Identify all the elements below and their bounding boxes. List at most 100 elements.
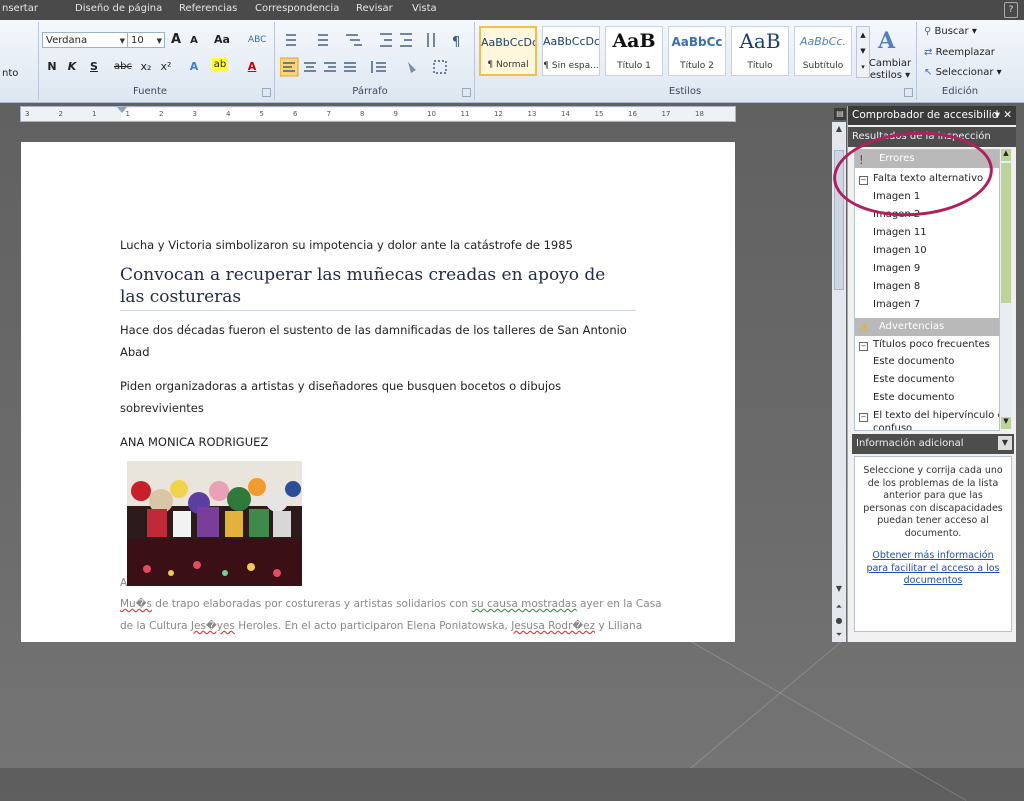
result-item-image[interactable]: Imagen 9 — [873, 263, 920, 274]
tab-correspondencia[interactable]: Correspondencia — [255, 3, 339, 14]
select-button[interactable]: ↖ Seleccionar ▾ — [924, 67, 1002, 78]
more-info-link[interactable]: Obtener más información para facilitar e… — [861, 550, 1005, 588]
ruler-tick-label: 7 — [326, 110, 331, 118]
chevron-down-icon: ▼ — [156, 37, 162, 45]
horizontal-ruler[interactable]: 3 2 1 1 2 3 4 5 6 7 8 9 10 11 12 13 14 15 16 17 18 — [20, 106, 736, 122]
numbering-icon — [318, 34, 328, 46]
text-effects-button[interactable]: A — [186, 58, 202, 76]
scrollbar-thumb[interactable] — [1001, 163, 1011, 303]
article-photo-dolls[interactable] — [127, 461, 302, 586]
results-scrollbar[interactable]: ▲ ▼ — [1000, 149, 1012, 429]
align-right-icon — [324, 62, 336, 72]
scroll-down-icon[interactable]: ▼ — [1001, 417, 1011, 429]
document-scrollbar[interactable]: ▲ ▼ ⏶ ● ⏷ — [832, 122, 846, 642]
edit-group-label: Edición — [941, 86, 979, 97]
group-separator — [38, 22, 39, 100]
scroll-up-icon[interactable]: ▲ — [832, 122, 846, 136]
ruler-toggle-icon[interactable]: ▤ — [834, 108, 846, 120]
paragraph-tools: ¶ — [280, 33, 460, 77]
subscript-button[interactable]: x₂ — [138, 58, 154, 76]
additional-info-header[interactable]: Información adicional ▼ — [852, 434, 1014, 454]
document-page[interactable]: Lucha y Victoria simbolizaron su impoten… — [21, 142, 735, 642]
result-item-document[interactable]: Este documento — [873, 392, 954, 403]
style-sin-espaciado[interactable]: AaBbCcDc ¶ Sin espa... — [542, 26, 600, 76]
result-group-headings[interactable]: Títulos poco frecuentes — [873, 339, 990, 350]
ruler-tick-label: 3 — [25, 110, 30, 118]
result-item-image[interactable]: Imagen 2 — [873, 209, 920, 220]
help-icon[interactable]: ? — [1004, 2, 1018, 18]
style-titulo-2[interactable]: AaBbCc Título 2 — [668, 26, 726, 76]
style-sample: AaBbCcDc — [481, 36, 535, 49]
result-item-document[interactable]: Este documento — [873, 356, 954, 367]
tab-vista[interactable]: Vista — [412, 3, 437, 14]
result-item-image[interactable]: Imagen 8 — [873, 281, 920, 292]
bold-button[interactable]: N — [44, 58, 60, 76]
style-normal[interactable]: AaBbCcDc ¶ Normal — [479, 26, 537, 76]
grow-font-button[interactable]: A — [168, 31, 184, 49]
result-item-image[interactable]: Imagen 1 — [873, 191, 920, 202]
collapse-icon[interactable]: − — [859, 413, 868, 422]
close-icon[interactable]: ✕ — [1003, 106, 1012, 125]
superscript-button[interactable]: x² — [158, 58, 174, 76]
article-subtitle-2: Piden organizadoras a artistas y diseñad… — [120, 379, 562, 415]
paragraph-dialog-launcher-icon[interactable] — [462, 88, 471, 97]
accessibility-checker-pane: Comprobador de accesibilid ▾ ✕ Resultado… — [847, 106, 1016, 642]
scrollbar-thumb[interactable] — [834, 150, 844, 290]
browse-object-icon[interactable]: ● — [832, 614, 846, 628]
collapse-icon[interactable]: − — [859, 176, 868, 185]
tab-referencias[interactable]: Referencias — [179, 3, 237, 14]
next-page-icon[interactable]: ⏷ — [832, 628, 846, 642]
ruler-tick-label: 11 — [460, 110, 470, 118]
styles-dialog-launcher-icon[interactable] — [904, 88, 913, 97]
ribbon-tab-bar: nsertar Diseño de página Referencias Cor… — [0, 0, 1024, 20]
collapse-icon[interactable]: − — [859, 342, 868, 351]
result-group-alt-text[interactable]: Falta texto alternativo — [873, 173, 983, 184]
style-sample: AaBbCc. — [799, 35, 847, 48]
result-item-image[interactable]: Imagen 10 — [873, 245, 927, 256]
shading-icon — [408, 62, 416, 73]
errors-category[interactable]: ! Errores — [855, 150, 999, 168]
style-subtitulo[interactable]: AaBbCc. Subtítulo — [794, 26, 852, 76]
borders-icon — [433, 60, 447, 74]
strikethrough-button[interactable]: abc — [114, 58, 132, 76]
font-dialog-launcher-icon[interactable] — [262, 88, 271, 97]
tab-insertar[interactable]: nsertar — [2, 3, 38, 14]
style-sample: AaBbCcDc — [543, 35, 599, 48]
sort-icon — [427, 33, 435, 47]
scroll-down-icon[interactable]: ▼ — [832, 582, 846, 596]
font-name-combo[interactable]: Verdana ▼ — [42, 32, 128, 48]
clear-format-icon[interactable]: ABC — [248, 31, 266, 49]
change-case-button[interactable]: Aa — [214, 31, 230, 49]
result-group-hyperlink[interactable]: El texto del hipervínculo es — [873, 410, 999, 421]
tab-diseno-pagina[interactable]: Diseño de página — [75, 3, 162, 14]
find-button[interactable]: ⚲ Buscar ▾ — [924, 26, 977, 37]
group-separator — [916, 22, 917, 100]
ruler-tick-label: 13 — [527, 110, 537, 118]
chevron-down-icon[interactable]: ▼ — [998, 436, 1012, 450]
font-group-label: Fuente — [132, 86, 168, 97]
article-subtitle-1: Hace dos décadas fueron el sustento de l… — [120, 323, 627, 359]
pane-title: Comprobador de accesibilid — [852, 109, 999, 121]
decrease-indent-icon — [380, 33, 392, 47]
style-sample: AaB — [612, 30, 656, 52]
pane-menu-icon[interactable]: ▾ — [995, 106, 1000, 125]
style-titulo-1[interactable]: AaB Título 1 — [605, 26, 663, 76]
style-titulo[interactable]: AaB Título — [731, 26, 789, 76]
previous-page-icon[interactable]: ⏶ — [832, 600, 846, 614]
result-group-hyperlink-cont: confuso — [873, 423, 913, 431]
result-item-image[interactable]: Imagen 7 — [873, 299, 920, 310]
warnings-category[interactable]: ⚠ Advertencias — [855, 318, 999, 336]
highlight-button[interactable]: ab — [212, 58, 228, 72]
result-item-document[interactable]: Este documento — [873, 374, 954, 385]
inspection-results-list[interactable]: ! Errores − Falta texto alternativo Imag… — [854, 149, 1000, 431]
font-size-combo[interactable]: 10 ▼ — [127, 32, 165, 48]
italic-button[interactable]: K — [64, 58, 80, 76]
scroll-up-icon[interactable]: ▲ — [1001, 149, 1011, 161]
replace-button[interactable]: ⇄ Reemplazar — [924, 47, 995, 58]
change-styles-button[interactable]: Cambiar estilos ▾ — [868, 58, 912, 82]
result-item-image[interactable]: Imagen 11 — [873, 227, 927, 238]
tab-revisar[interactable]: Revisar — [356, 3, 393, 14]
font-color-button[interactable]: A — [244, 58, 260, 76]
shrink-font-button[interactable]: A — [186, 32, 202, 50]
underline-button[interactable]: S — [86, 58, 102, 76]
